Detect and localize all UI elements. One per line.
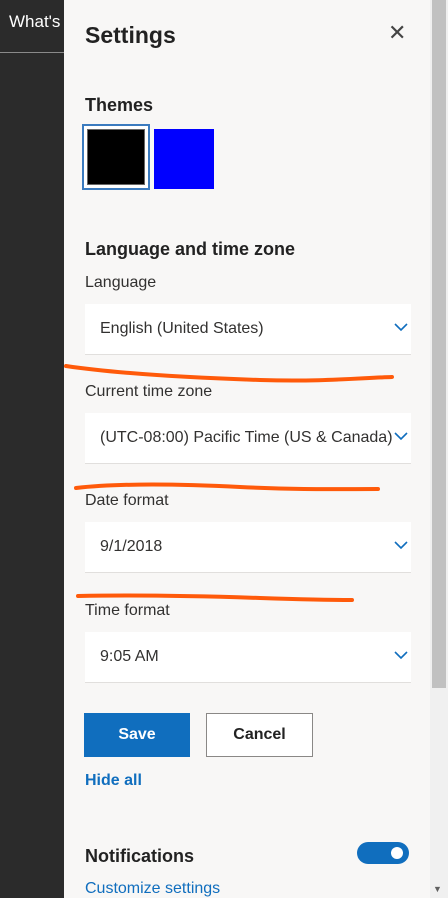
scroll-down-arrow-icon[interactable]: ▼: [433, 884, 442, 894]
time-format-label: Time format: [85, 602, 170, 619]
customize-settings-link[interactable]: Customize settings: [85, 880, 220, 898]
settings-panel: Settings ✕ Themes Language and time zone…: [64, 0, 430, 898]
hide-all-link[interactable]: Hide all: [85, 772, 142, 790]
chevron-down-icon: [394, 432, 408, 441]
language-dropdown[interactable]: English (United States): [85, 304, 411, 355]
theme-swatch-blue[interactable]: [154, 129, 214, 189]
time-zone-value: (UTC-08:00) Pacific Time (US & Canada): [100, 429, 393, 446]
date-format-label: Date format: [85, 492, 169, 509]
notifications-heading: Notifications: [85, 846, 195, 866]
language-value: English (United States): [100, 320, 264, 337]
theme-swatch-black[interactable]: [82, 124, 150, 190]
notifications-toggle[interactable]: [357, 842, 409, 864]
time-format-dropdown[interactable]: 9:05 AM: [85, 632, 411, 683]
panel-scrollbar[interactable]: ▼: [430, 0, 448, 898]
time-zone-dropdown[interactable]: (UTC-08:00) Pacific Time (US & Canada): [85, 413, 411, 464]
toggle-knob: [391, 847, 403, 859]
cancel-button[interactable]: Cancel: [206, 713, 313, 757]
language-time-zone-heading: Language and time zone: [85, 239, 296, 259]
chevron-down-icon: [394, 651, 408, 660]
close-icon[interactable]: ✕: [388, 20, 406, 46]
scrollbar-thumb[interactable]: [432, 0, 446, 688]
chevron-down-icon: [394, 323, 408, 332]
save-button[interactable]: Save: [84, 713, 190, 757]
time-zone-label: Current time zone: [85, 383, 213, 400]
theme-swatch-black-fill: [87, 129, 145, 185]
whats-new-label[interactable]: What's: [9, 12, 60, 32]
date-format-value: 9/1/2018: [100, 538, 163, 555]
language-label: Language: [85, 274, 157, 291]
panel-title: Settings: [85, 22, 176, 48]
date-format-dropdown[interactable]: 9/1/2018: [85, 522, 411, 573]
left-bar-divider: [0, 52, 64, 53]
left-app-bar: What's: [0, 0, 64, 898]
themes-heading: Themes: [85, 95, 154, 115]
time-format-value: 9:05 AM: [100, 648, 159, 665]
chevron-down-icon: [394, 541, 408, 550]
